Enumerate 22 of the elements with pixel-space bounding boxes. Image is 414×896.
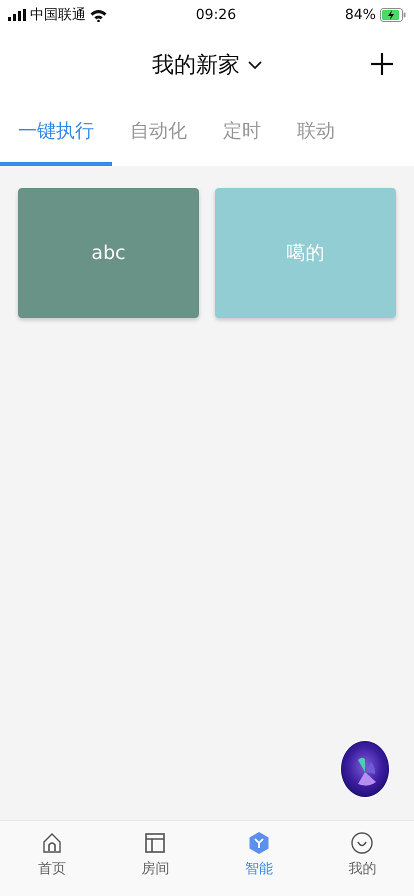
home-selector[interactable]: 我的新家 xyxy=(152,48,262,82)
wifi-icon xyxy=(90,8,107,22)
voice-assistant-icon[interactable] xyxy=(340,740,390,798)
nav-tab[interactable]: 智能 xyxy=(207,821,310,896)
battery-percent: 84% xyxy=(344,6,376,24)
signal-icon xyxy=(8,9,26,21)
battery-icon xyxy=(380,8,406,22)
clock-time: 09:26 xyxy=(196,6,236,24)
layout-icon xyxy=(143,831,168,855)
scene-card[interactable]: 噶的 xyxy=(215,188,396,318)
tab[interactable]: 联动 xyxy=(279,100,353,166)
nav-tab[interactable]: 房间 xyxy=(104,821,207,896)
carrier-name: 中国联通 xyxy=(30,6,86,24)
scene-card[interactable]: abc xyxy=(18,188,199,318)
smile-icon xyxy=(350,831,374,855)
tab[interactable]: 定时 xyxy=(205,100,279,166)
nav-tab[interactable]: 首页 xyxy=(0,821,104,896)
add-icon[interactable] xyxy=(368,50,396,78)
tab[interactable]: 自动化 xyxy=(112,100,205,166)
caret-icon xyxy=(248,60,262,70)
hexagon-icon xyxy=(246,831,271,855)
nav-tab[interactable]: 我的 xyxy=(310,821,414,896)
